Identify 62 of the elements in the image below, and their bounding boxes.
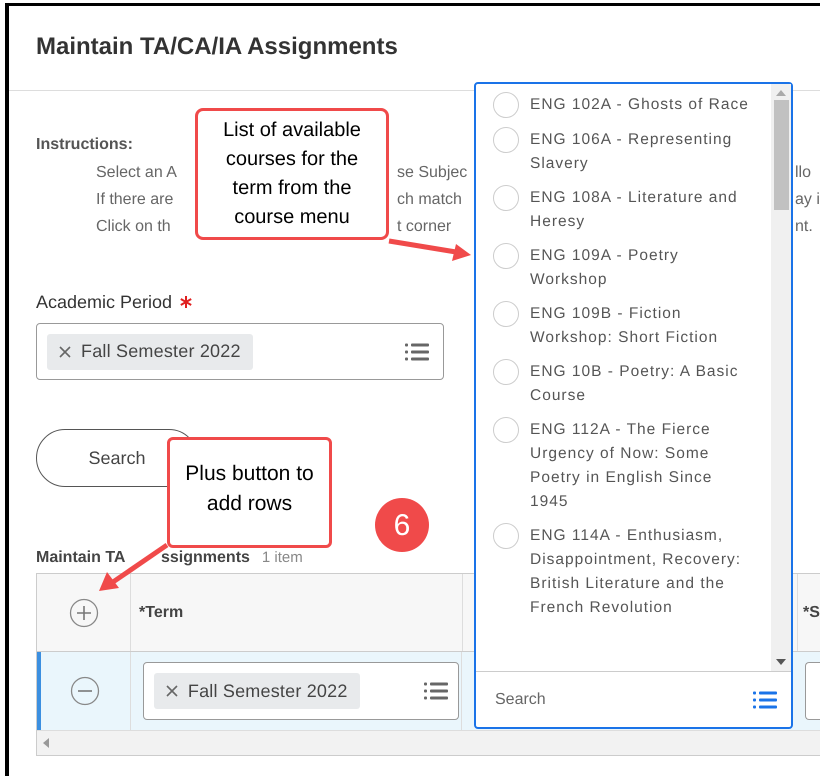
term-field[interactable]: Fall Semester 2022 xyxy=(142,662,460,720)
section-title: Maintain TA xyxy=(36,549,126,566)
remove-icon[interactable] xyxy=(166,685,178,697)
course-option[interactable]: ENG 109A - Poetry Workshop xyxy=(476,239,771,297)
option-text: ENG 102A - Ghosts of Race xyxy=(530,95,750,115)
option-text: ENG 109A - Poetry Workshop xyxy=(530,246,680,290)
instruction-text: se Subjec xyxy=(397,164,468,180)
radio-button[interactable] xyxy=(493,359,519,385)
course-option[interactable]: ENG 108A - Literature and Heresy xyxy=(476,181,771,239)
instruction-text: ch match xyxy=(397,190,462,208)
option-text: ENG 114A - Enthusiasm, Disappointment, Recovery: British Literature and the French Revolution xyxy=(530,526,742,618)
radio-button[interactable] xyxy=(493,127,519,153)
item-count: 1 item xyxy=(262,548,303,568)
chip-text: Fall Semester 2022 xyxy=(188,680,348,702)
course-option[interactable]: ENG 114A - Enthusiasm, Disappointment, Recovery: British Literature and the French Revolution xyxy=(476,519,771,625)
section-title: ssignments xyxy=(161,548,250,568)
instruction-text: Select an A xyxy=(96,164,177,180)
course-option[interactable]: ENG 109B - Fiction Workshop: Short Fiction xyxy=(476,297,771,355)
callout-tooltip: Plus button to add rows xyxy=(167,437,332,548)
radio-button[interactable] xyxy=(493,92,519,118)
instruction-text: ay i xyxy=(795,190,820,208)
instruction-text: If there are xyxy=(96,190,174,208)
radio-button[interactable] xyxy=(493,301,519,327)
remove-row-icon[interactable] xyxy=(70,676,100,706)
instructions-heading: Instructions: xyxy=(36,135,133,155)
course-option[interactable]: ENG 10B - Poetry: A Basic Course xyxy=(476,355,771,413)
list-icon[interactable] xyxy=(753,690,777,710)
radio-button[interactable] xyxy=(493,243,519,269)
radio-button[interactable] xyxy=(493,185,519,211)
vertical-scrollbar[interactable] xyxy=(771,84,791,671)
horizontal-scrollbar[interactable] xyxy=(37,730,820,755)
add-row-icon[interactable] xyxy=(68,598,98,628)
course-option[interactable]: ENG 106A - Representing Slavery xyxy=(476,123,771,181)
chip-text: Fall Semester 2022 xyxy=(81,340,241,363)
option-text: ENG 109B - Fiction Workshop: Short Fiction xyxy=(530,304,720,348)
radio-button[interactable] xyxy=(493,523,519,549)
course-option[interactable]: ENG 112A - The Fierce Urgency of Now: Some Poetry in English Since 1945 xyxy=(476,413,771,519)
step-badge: 6 xyxy=(375,498,429,552)
instruction-text: nt. xyxy=(795,218,813,234)
course-option[interactable]: ENG 102A - Ghosts of Race xyxy=(476,88,771,123)
column-header: *Term xyxy=(139,602,184,622)
option-text: ENG 112A - The Fierce Urgency of Now: Some Poetry in English Since 1945 xyxy=(530,420,714,512)
list-icon[interactable] xyxy=(405,342,429,362)
option-text: ENG 10B - Poetry: A Basic Course xyxy=(530,362,740,406)
column-header: *S xyxy=(803,602,820,622)
instruction-text: llo xyxy=(795,164,812,180)
option-text: ENG 106A - Representing Slavery xyxy=(530,130,734,174)
field-label: Academic Period xyxy=(36,290,172,314)
search-field[interactable]: Search xyxy=(476,672,716,727)
scroll-thumb[interactable] xyxy=(774,100,788,210)
callout-tooltip: List of available courses for the term from the course menu xyxy=(195,108,389,240)
instruction-text: Click on th xyxy=(96,218,171,234)
scroll-down-icon[interactable] xyxy=(776,659,786,665)
page-title: Maintain TA/CA/IA Assignments xyxy=(36,32,399,62)
scroll-left-icon[interactable] xyxy=(43,738,49,748)
instruction-text: t corner xyxy=(397,218,452,234)
remove-icon[interactable] xyxy=(59,346,71,358)
scroll-up-icon[interactable] xyxy=(776,90,786,96)
option-text: ENG 108A - Literature and Heresy xyxy=(530,188,739,232)
radio-button[interactable] xyxy=(493,417,519,443)
academic-period-field[interactable]: Fall Semester 2022 xyxy=(36,323,444,380)
list-icon[interactable] xyxy=(424,681,448,701)
